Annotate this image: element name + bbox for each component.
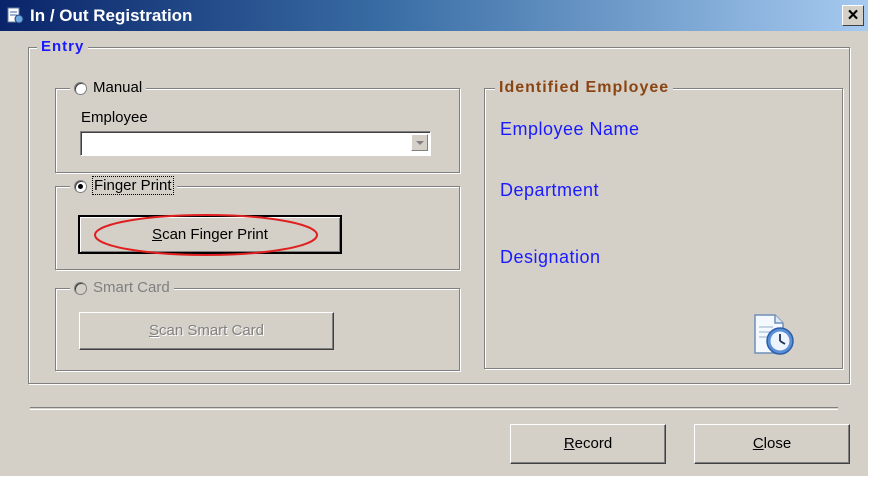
manual-label: Manual bbox=[93, 79, 143, 96]
record-label: Record bbox=[563, 435, 613, 452]
chevron-down-icon[interactable] bbox=[411, 134, 428, 151]
identified-employee-legend: Identified Employee bbox=[495, 79, 674, 96]
manual-radio[interactable]: Manual bbox=[70, 79, 147, 96]
close-label: Close bbox=[752, 435, 792, 452]
employee-name-label: Employee Name bbox=[500, 119, 640, 139]
manual-radio-button[interactable] bbox=[74, 81, 87, 95]
scan-smart-card-label: Scan Smart Card bbox=[148, 322, 265, 339]
window-title: In / Out Registration bbox=[30, 6, 193, 25]
designation-label: Designation bbox=[500, 247, 601, 267]
scan-smart-card-button: Scan Smart Card bbox=[79, 312, 334, 350]
registration-window: In / Out Registration × Entry Manual Emp… bbox=[0, 0, 868, 476]
app-icon bbox=[7, 7, 24, 24]
title-bar[interactable]: In / Out Registration × bbox=[0, 0, 868, 31]
smart-card-radio-button bbox=[74, 281, 87, 295]
highlight-circle bbox=[94, 214, 318, 256]
footer-separator bbox=[30, 407, 838, 410]
close-icon: × bbox=[847, 5, 859, 26]
finger-print-label: Finger Print bbox=[92, 176, 174, 195]
clock-document-icon bbox=[754, 314, 794, 355]
entry-legend: Entry bbox=[37, 38, 89, 55]
finger-print-radio[interactable]: Finger Print bbox=[70, 176, 177, 195]
employee-combobox[interactable] bbox=[80, 131, 431, 156]
record-button[interactable]: Record bbox=[510, 424, 666, 464]
smart-card-radio: Smart Card bbox=[70, 279, 174, 296]
finger-print-radio-button[interactable] bbox=[74, 179, 87, 193]
smart-card-label: Smart Card bbox=[93, 279, 170, 296]
employee-label: Employee bbox=[81, 109, 148, 126]
title-close-button[interactable]: × bbox=[842, 5, 864, 26]
department-label: Department bbox=[500, 180, 600, 200]
close-button[interactable]: Close bbox=[694, 424, 850, 464]
